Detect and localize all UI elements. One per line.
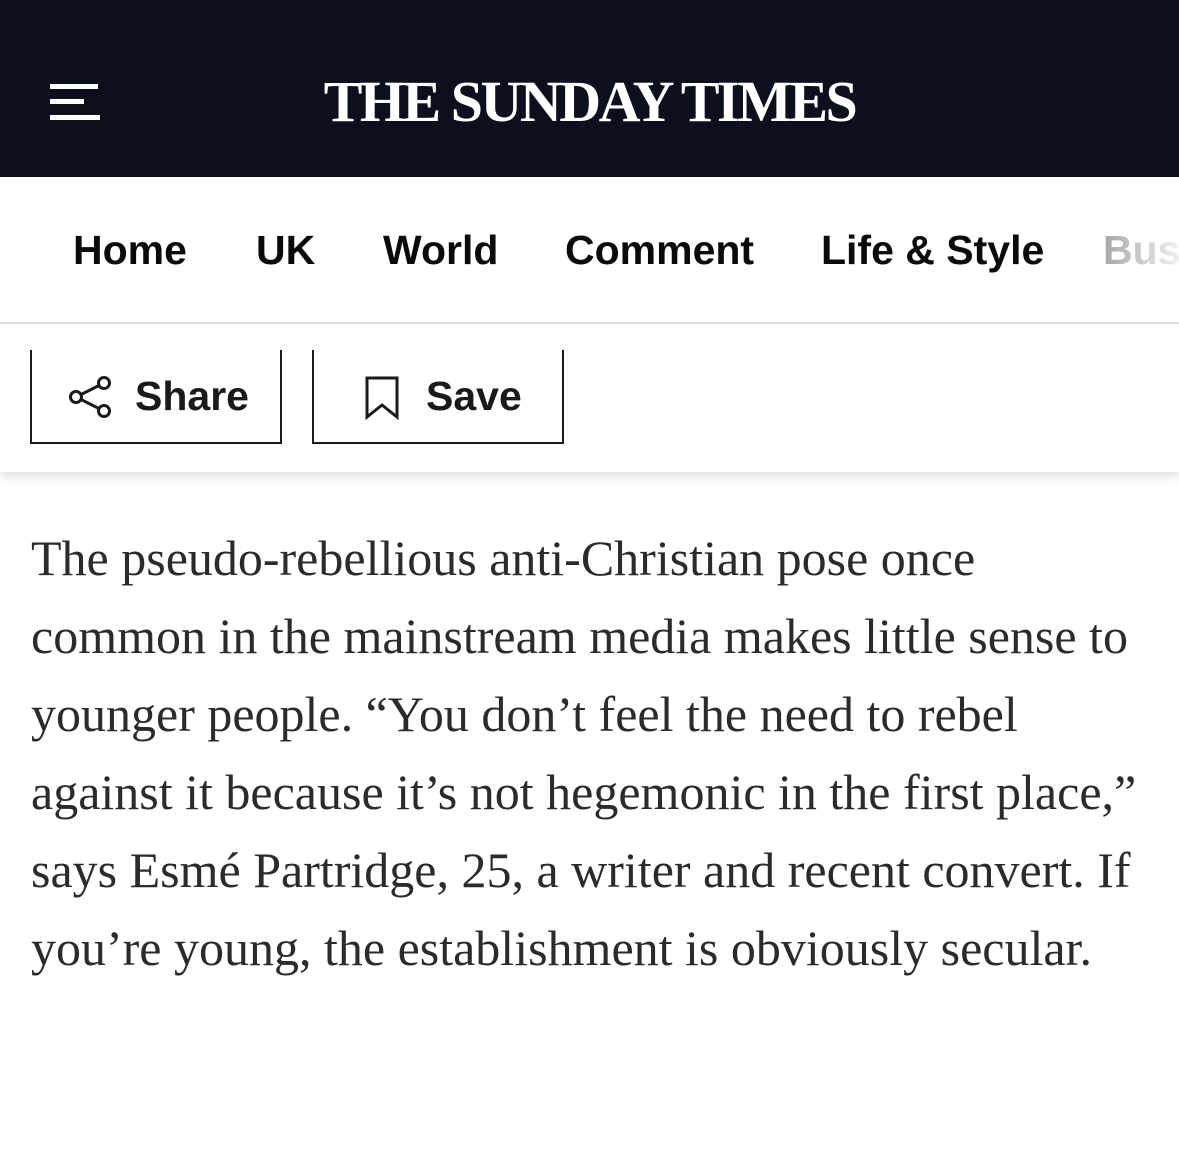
nav-item-home[interactable]: Home <box>73 225 187 275</box>
save-button-label: Save <box>426 373 522 419</box>
save-button[interactable]: Save <box>312 350 564 444</box>
bookmark-icon <box>364 376 400 425</box>
nav-item-world[interactable]: World <box>383 225 498 275</box>
nav-item-business-truncated[interactable]: Bus <box>1103 225 1179 275</box>
share-icon <box>68 376 114 423</box>
article-toolbar: Share Save <box>0 324 1179 472</box>
nav-item-life-and-style[interactable]: Life & Style <box>821 225 1044 275</box>
section-nav: Home UK World Comment Life & Style Bus <box>0 177 1179 324</box>
share-button-label: Share <box>135 373 249 419</box>
nav-item-comment[interactable]: Comment <box>565 225 754 275</box>
masthead: THE SUNDAY TIMES <box>0 0 1179 177</box>
nav-item-uk[interactable]: UK <box>256 225 315 275</box>
share-button[interactable]: Share <box>30 350 282 444</box>
article-paragraph: The pseudo-rebellious anti-Christian pos… <box>31 530 1137 976</box>
site-logo[interactable]: THE SUNDAY TIMES <box>0 70 1179 134</box>
